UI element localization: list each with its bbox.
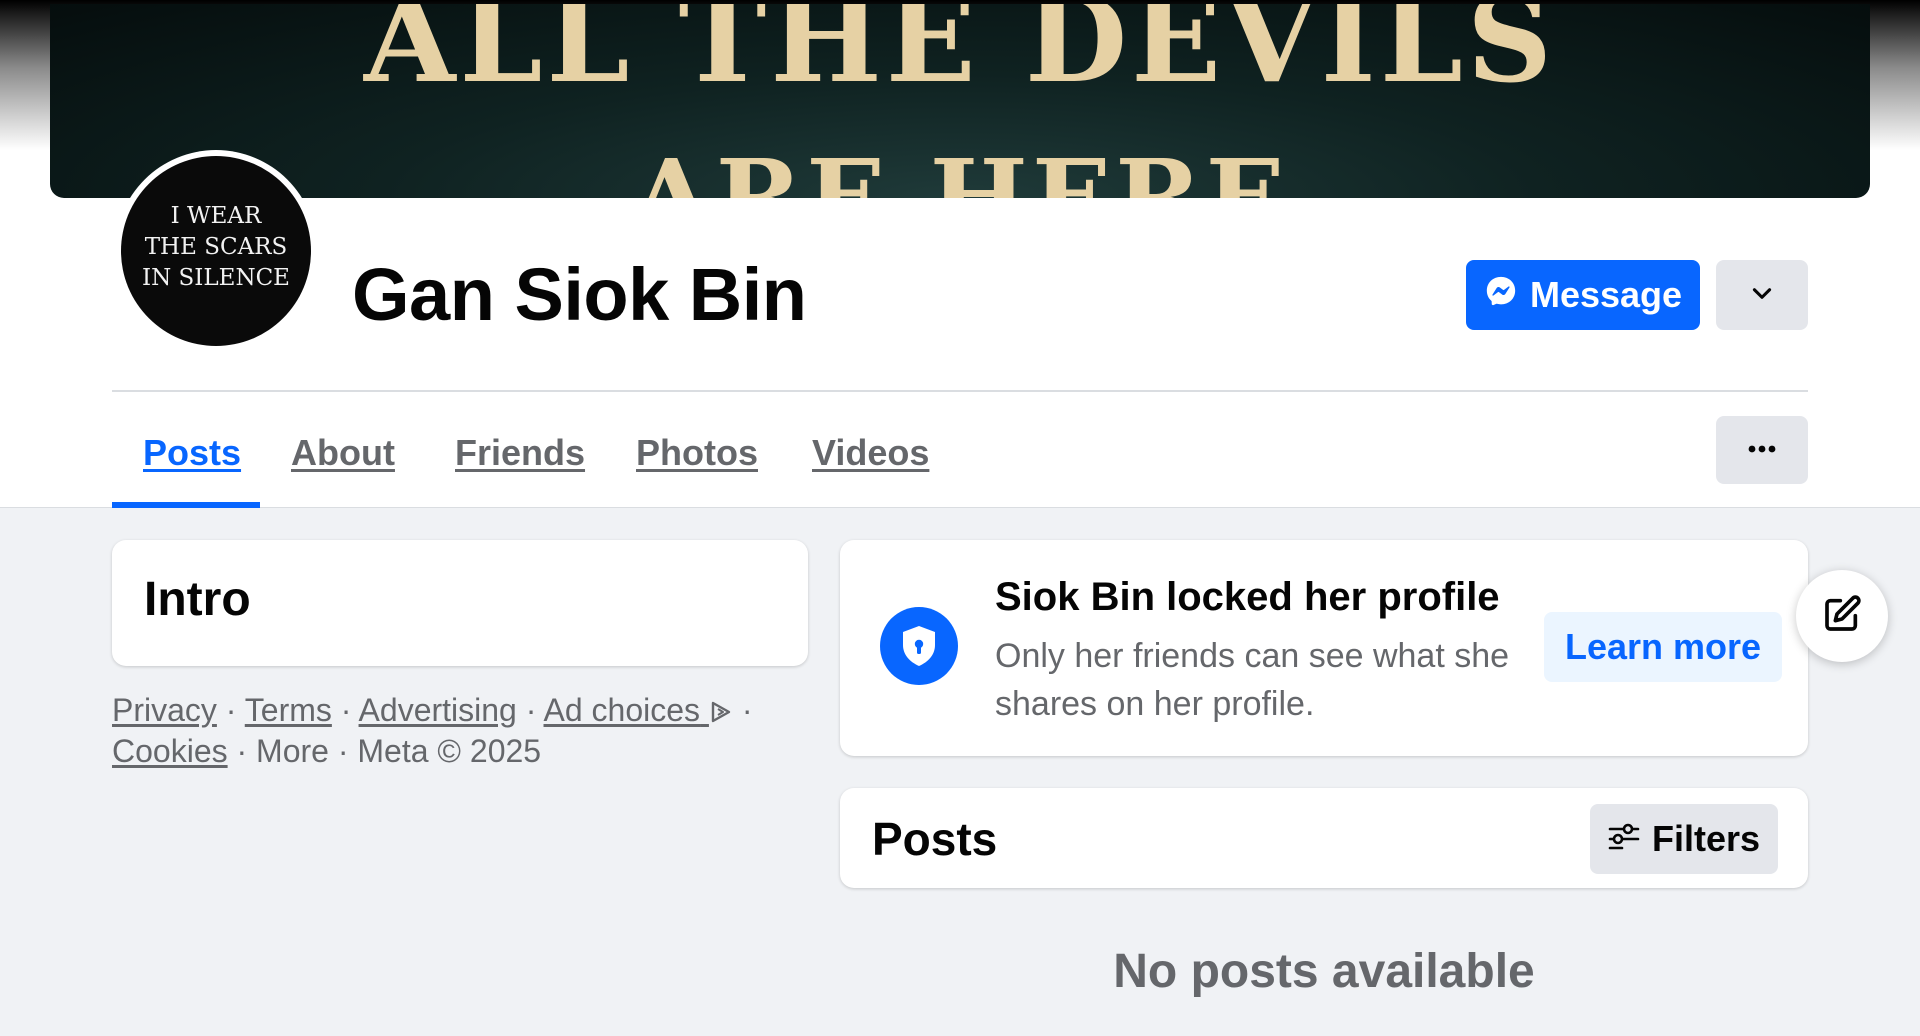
messenger-icon [1484, 274, 1518, 317]
avatar[interactable]: I WEAR THE SCARS IN SILENCE [115, 150, 317, 352]
more-options-button[interactable] [1716, 416, 1808, 484]
footer-separator: · [525, 692, 537, 728]
intro-card: Intro [112, 540, 808, 666]
cover-text-line2: ARE HERE [631, 136, 1289, 198]
ad-choices-label: Ad choices [543, 692, 701, 728]
learn-more-button[interactable]: Learn more [1544, 612, 1782, 682]
chevron-down-icon [1749, 280, 1775, 311]
cover-text-line1: ALL THE DEVILS [363, 4, 1557, 109]
footer-separator: · [340, 692, 352, 728]
tab-about[interactable]: About [291, 432, 395, 474]
profile-options-dropdown-button[interactable] [1716, 260, 1808, 330]
avatar-image: I WEAR THE SCARS IN SILENCE [121, 156, 311, 346]
footer-link-privacy[interactable]: Privacy [112, 692, 217, 728]
footer-link-cookies[interactable]: Cookies [112, 733, 228, 769]
shield-lock-icon [880, 607, 958, 685]
profile-header: ALL THE DEVILS ARE HERE I WEAR THE SCARS… [0, 0, 1920, 508]
edit-icon [1822, 594, 1862, 639]
footer-link-ad-choices[interactable]: Ad choices [544, 692, 733, 728]
footer-separator: · [225, 692, 237, 728]
footer-separator: · [337, 733, 349, 769]
profile-name: Gan Siok Bin [352, 253, 807, 336]
no-posts-message: No posts available [1113, 945, 1535, 998]
locked-profile-card: Siok Bin locked her profile Only her fri… [840, 540, 1808, 756]
footer-link-advertising[interactable]: Advertising [359, 692, 517, 728]
message-button[interactable]: Message [1466, 260, 1700, 330]
more-dots-icon [1747, 441, 1777, 459]
ad-choices-icon [709, 692, 733, 728]
footer-separator: · [741, 692, 753, 728]
avatar-text-line: THE SCARS [144, 233, 288, 260]
footer-more[interactable]: More [256, 733, 329, 769]
sliders-icon [1608, 818, 1640, 860]
message-label: Message [1529, 274, 1683, 315]
active-tab-indicator [112, 502, 260, 508]
footer-copyright: Meta © 2025 [357, 733, 542, 769]
footer-separator: · [236, 733, 248, 769]
footer-link-terms[interactable]: Terms [245, 692, 332, 728]
locked-profile-title: Siok Bin locked her profile [995, 575, 1500, 619]
locked-profile-description: Only her friends can see what she shares… [995, 637, 1510, 723]
header-divider [112, 390, 1808, 392]
intro-title: Intro [144, 573, 251, 626]
filters-label: Filters [1651, 818, 1761, 859]
tab-photos[interactable]: Photos [636, 432, 758, 474]
filters-button[interactable]: Filters [1590, 804, 1778, 874]
posts-title: Posts [872, 813, 998, 865]
tab-friends[interactable]: Friends [455, 432, 585, 474]
avatar-text-line: I WEAR [170, 202, 262, 229]
cover-photo[interactable]: ALL THE DEVILS ARE HERE [50, 4, 1870, 198]
footer-links: Privacy · Terms · Advertising · Ad choic… [112, 690, 802, 772]
tab-videos[interactable]: Videos [812, 432, 929, 474]
tab-posts[interactable]: Posts [143, 432, 241, 474]
avatar-text-line: IN SILENCE [142, 264, 290, 291]
posts-card: Posts Filters [840, 788, 1808, 888]
edit-floating-button[interactable] [1796, 570, 1888, 662]
